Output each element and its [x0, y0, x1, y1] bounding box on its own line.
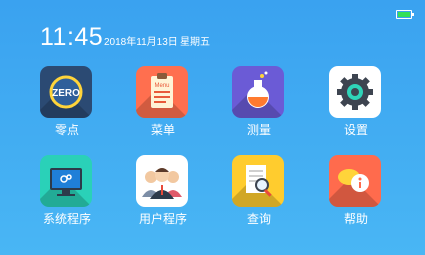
system-monitor-icon [40, 155, 92, 207]
menu-clipboard-icon: Menu [136, 66, 188, 118]
clock-weekday: 星期五 [180, 37, 210, 48]
zero-icon: ZERO [40, 66, 92, 118]
clock-date: 2018年11月13日 [104, 37, 178, 48]
zero-badge-text: ZERO [52, 88, 80, 99]
users-icon [136, 155, 188, 207]
app-query[interactable]: 查询 [219, 155, 299, 245]
app-menu-label: 菜单 [150, 123, 175, 137]
app-user-programs-label: 用户程序 [138, 212, 187, 226]
app-settings-label: 设置 [343, 123, 368, 137]
app-settings[interactable]: 设置 [316, 66, 396, 156]
app-measure-label: 测量 [246, 123, 271, 137]
app-help-label: 帮助 [343, 212, 368, 226]
app-menu[interactable]: Menu 菜单 [123, 66, 203, 156]
clock-time: 11:45 [40, 23, 104, 51]
battery-icon [396, 10, 414, 19]
flask-icon [232, 66, 284, 118]
menu-badge-text: Menu [154, 83, 169, 89]
help-chat-icon [329, 155, 381, 207]
app-measure[interactable]: 测量 [219, 66, 299, 156]
search-document-icon [232, 155, 284, 207]
app-zero-label: 零点 [54, 123, 79, 137]
app-system-programs[interactable]: 系统程序 [27, 155, 107, 245]
battery-level [398, 12, 410, 17]
app-help[interactable]: 帮助 [316, 155, 396, 245]
gear-icon [329, 66, 381, 118]
app-system-programs-label: 系统程序 [42, 212, 91, 226]
app-query-label: 查询 [246, 212, 271, 226]
app-user-programs[interactable]: 用户程序 [123, 155, 203, 245]
app-zero[interactable]: ZERO 零点 [27, 66, 107, 156]
